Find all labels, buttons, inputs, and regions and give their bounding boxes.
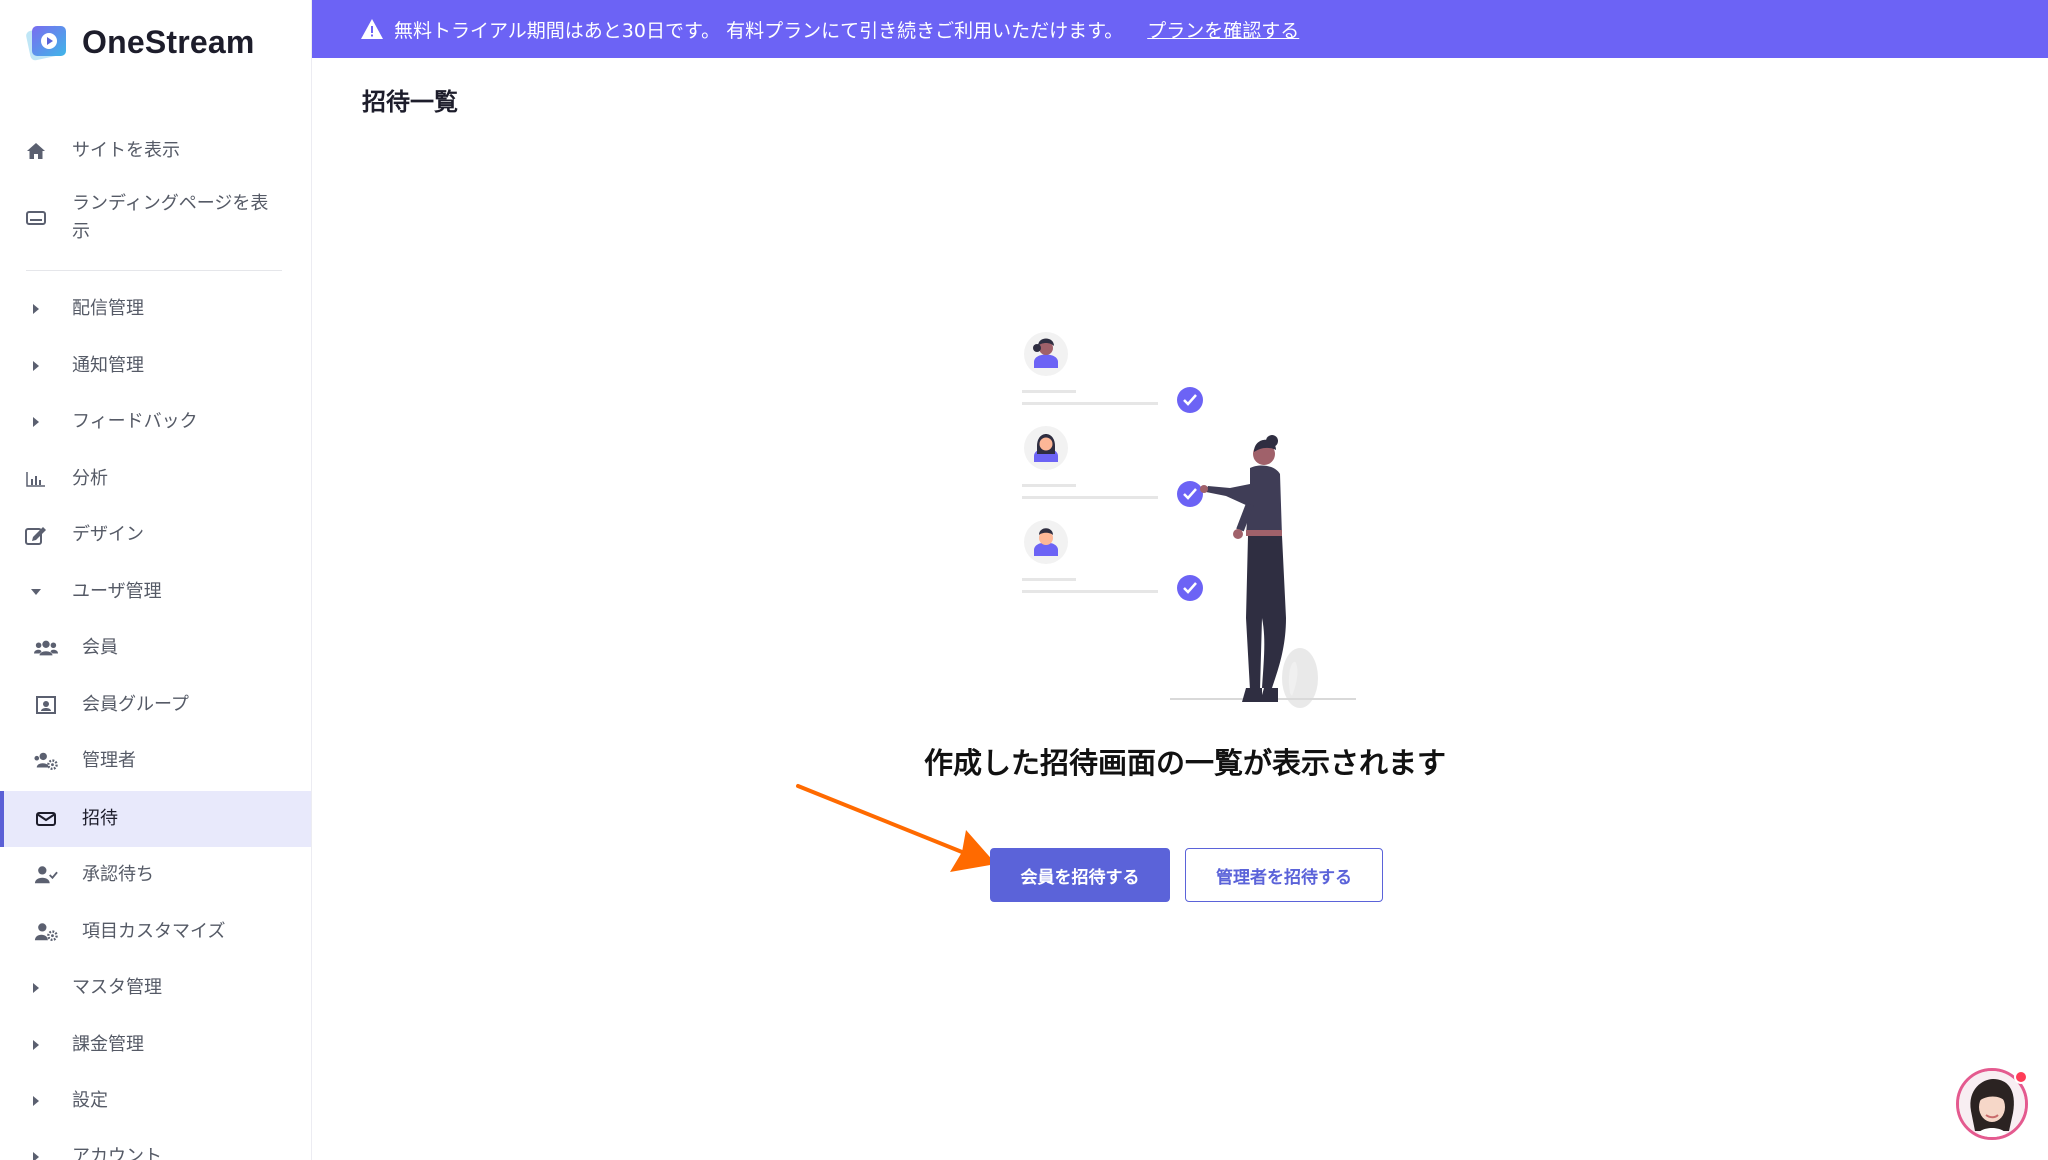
sidebar-item-label: アカウント (72, 1146, 162, 1160)
sidebar-item-invitations[interactable]: 招待 (0, 791, 311, 847)
sidebar-item-label: 会員グループ (82, 694, 189, 715)
sidebar-item-label: デザイン (72, 524, 144, 545)
caret-right-icon (24, 354, 48, 378)
sidebar-item-admins[interactable]: 管理者 (0, 746, 311, 776)
sidebar-item-label: 設定 (72, 1090, 108, 1111)
sidebar-item-label: 通知管理 (72, 355, 144, 376)
sidebar-item-account[interactable]: アカウント (0, 1142, 311, 1160)
sidebar-item-label: 分析 (72, 468, 108, 489)
users-cog-icon (34, 749, 58, 773)
invite-admin-button[interactable]: 管理者を招待する (1185, 848, 1383, 902)
sidebar-item-label: 招待 (82, 808, 118, 829)
sidebar-item-view-site[interactable]: サイトを表示 (0, 136, 311, 166)
caret-right-icon (24, 297, 48, 321)
app-logo[interactable]: OneStream (26, 20, 255, 64)
sidebar: OneStream サイトを表示 ランディングページを表 示 配信管理 通知管理… (0, 0, 312, 1160)
sidebar-item-label: 承認待ち (82, 864, 154, 885)
sidebar-item-label: ランディングページを表 (72, 193, 269, 214)
caret-down-icon (24, 580, 48, 604)
sidebar-item-distribution[interactable]: 配信管理 (0, 294, 311, 324)
check-plan-link[interactable]: プランを確認する (1147, 16, 1299, 43)
notification-dot (2014, 1070, 2028, 1084)
app-name: OneStream (82, 23, 255, 60)
invitations-illustration (1022, 332, 1356, 708)
edit-icon (24, 523, 48, 547)
display-icon (24, 206, 48, 230)
users-icon (34, 636, 58, 660)
trial-banner: 無料トライアル期間はあと30日です。 有料プランにて引き続きご利用いただけます。… (312, 0, 2048, 58)
sidebar-divider (26, 270, 282, 271)
envelope-icon (34, 807, 58, 831)
sidebar-item-label: 課金管理 (72, 1034, 144, 1055)
page-title: 招待一覧 (362, 88, 458, 116)
sidebar-item-field-customize[interactable]: 項目カスタマイズ (0, 917, 311, 947)
trial-banner-message: 無料トライアル期間はあと30日です。 有料プランにて引き続きご利用いただけます。 (394, 19, 1124, 42)
sidebar-item-pending-approval[interactable]: 承認待ち (0, 860, 311, 890)
sidebar-item-master[interactable]: マスタ管理 (0, 973, 311, 1003)
sidebar-item-members[interactable]: 会員 (0, 633, 311, 663)
sidebar-item-notifications[interactable]: 通知管理 (0, 351, 311, 381)
sidebar-item-label: サイトを表示 (72, 140, 180, 161)
sidebar-item-label: 管理者 (82, 750, 136, 771)
sidebar-item-label: 項目カスタマイズ (82, 921, 226, 942)
caret-right-icon (24, 1145, 48, 1160)
empty-state-message: 作成した招待画面の一覧が表示されます (923, 746, 1446, 780)
sidebar-item-billing[interactable]: 課金管理 (0, 1030, 311, 1060)
caret-right-icon (24, 976, 48, 1000)
user-check-icon (34, 863, 58, 887)
caret-right-icon (24, 410, 48, 434)
annotation-arrow-icon (796, 784, 996, 872)
sidebar-item-label: ユーザ管理 (72, 581, 162, 602)
sidebar-item-label-cont: 示 (72, 221, 90, 242)
warning-icon (361, 19, 383, 39)
play-square-icon (26, 25, 66, 61)
invite-member-button[interactable]: 会員を招待する (990, 848, 1170, 902)
sidebar-item-label: フィードバック (72, 411, 198, 432)
bar-chart-icon (24, 467, 48, 491)
sidebar-item-member-groups[interactable]: 会員グループ (0, 690, 311, 720)
user-cog-icon (34, 920, 58, 944)
sidebar-item-landing-page[interactable]: ランディングページを表 示 (0, 190, 311, 246)
caret-right-icon (24, 1033, 48, 1057)
group-box-icon (34, 693, 58, 717)
sidebar-item-user-management[interactable]: ユーザ管理 (0, 577, 311, 607)
sidebar-item-feedback[interactable]: フィードバック (0, 407, 311, 437)
sidebar-item-settings[interactable]: 設定 (0, 1086, 311, 1116)
sidebar-item-analytics[interactable]: 分析 (0, 464, 311, 494)
sidebar-item-label: 会員 (82, 637, 118, 658)
sidebar-item-label: 配信管理 (72, 298, 144, 319)
caret-right-icon (24, 1089, 48, 1113)
sidebar-item-design[interactable]: デザイン (0, 520, 311, 550)
sidebar-item-label: マスタ管理 (72, 977, 162, 998)
home-icon (24, 139, 48, 163)
